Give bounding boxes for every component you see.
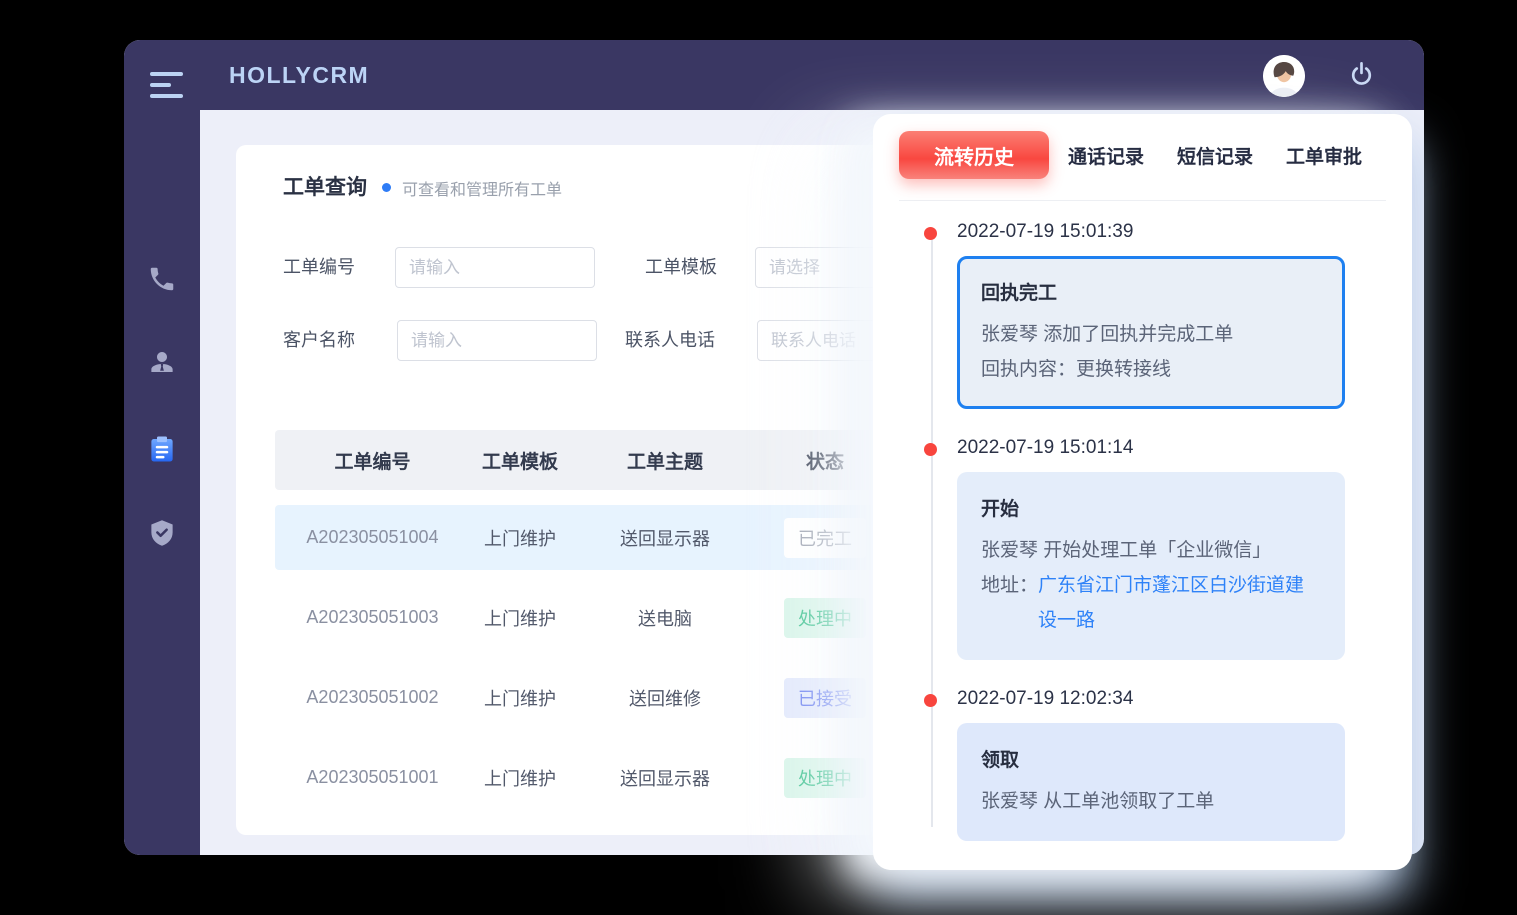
sidebar-item-contacts[interactable] [147, 347, 177, 377]
timeline-address-row: 地址： 广东省江门市蓬江区白沙街道建设一路 [981, 568, 1321, 638]
timeline-entry: 2022-07-19 15:01:14 开始 张爱琴 开始处理工单「企业微信」 … [957, 437, 1382, 660]
timeline-entry: 2022-07-19 15:01:39 回执完工 张爱琴 添加了回执并完成工单 … [957, 221, 1382, 409]
status-badge: 处理中 [784, 598, 866, 638]
col-header-subject: 工单主题 [570, 447, 760, 474]
timeline-card-title: 领取 [981, 745, 1321, 772]
avatar-image [1263, 55, 1305, 97]
history-panel: 流转历史 通话记录 短信记录 工单审批 2022-07-19 15:01:39 … [873, 114, 1412, 870]
cell-order-id: A202305051002 [275, 687, 470, 708]
logout-power-icon[interactable] [1347, 60, 1376, 89]
cell-template: 上门维护 [470, 765, 570, 791]
timeline-card-line: 张爱琴 开始处理工单「企业微信」 [981, 533, 1321, 568]
cell-order-id: A202305051004 [275, 527, 470, 548]
cell-order-id: A202305051001 [275, 767, 470, 788]
address-link[interactable]: 广东省江门市蓬江区白沙街道建设一路 [1038, 568, 1321, 638]
timeline-card-title: 回执完工 [981, 278, 1321, 305]
col-header-template: 工单模板 [470, 447, 570, 474]
sidebar-item-workorders[interactable] [147, 434, 177, 464]
title-dot-icon [382, 183, 391, 192]
timeline-dot-icon [924, 227, 937, 240]
cell-subject: 送回维修 [570, 685, 760, 711]
col-header-status: 状态 [760, 447, 890, 474]
tab-approval[interactable]: 工单审批 [1286, 142, 1362, 169]
status-badge: 处理中 [784, 758, 866, 798]
filter-label-phone: 联系人电话 [625, 320, 715, 361]
tab-sms-records[interactable]: 短信记录 [1177, 142, 1253, 169]
sidebar-item-security[interactable] [147, 518, 177, 548]
menu-hamburger-icon[interactable] [150, 72, 184, 99]
sidebar [124, 110, 200, 855]
timeline-card-completed[interactable]: 回执完工 张爱琴 添加了回执并完成工单 回执内容：更换转接线 [957, 256, 1345, 409]
security-shield-icon [147, 518, 177, 548]
timeline-entry: 2022-07-19 12:02:34 领取 张爱琴 从工单池领取了工单 [957, 688, 1382, 841]
cell-template: 上门维护 [470, 525, 570, 551]
contacts-icon [147, 347, 177, 377]
timeline-card-line: 回执内容：更换转接线 [981, 352, 1321, 387]
cell-subject: 送回显示器 [570, 525, 760, 551]
filter-label-customer: 客户名称 [283, 320, 355, 361]
timeline-timestamp: 2022-07-19 15:01:14 [957, 437, 1382, 459]
timeline-dot-icon [924, 694, 937, 707]
cell-template: 上门维护 [470, 605, 570, 631]
status-badge: 已完工 [784, 518, 866, 558]
page-subtitle: 可查看和管理所有工单 [402, 176, 562, 200]
timeline-card-claimed[interactable]: 领取 张爱琴 从工单池领取了工单 [957, 723, 1345, 841]
workorder-clipboard-icon [147, 434, 177, 464]
history-timeline: 2022-07-19 15:01:39 回执完工 张爱琴 添加了回执并完成工单 … [873, 201, 1412, 841]
tab-circulation-history[interactable]: 流转历史 [899, 131, 1049, 179]
cell-subject: 送回显示器 [570, 765, 760, 791]
phone-icon [147, 264, 177, 294]
tab-call-records[interactable]: 通话记录 [1068, 142, 1144, 169]
address-label: 地址： [981, 568, 1038, 638]
top-bar: HOLLYCRM [124, 40, 1424, 110]
panel-tabs: 流转历史 通话记录 短信记录 工单审批 [873, 114, 1412, 179]
timeline-dot-icon [924, 443, 937, 456]
brand-logo: HOLLYCRM [229, 62, 369, 89]
filter-label-template: 工单模板 [645, 247, 717, 288]
status-badge: 已接受 [784, 678, 866, 718]
order-id-input[interactable] [395, 247, 595, 288]
timeline-card-line: 张爱琴 添加了回执并完成工单 [981, 317, 1321, 352]
cell-template: 上门维护 [470, 685, 570, 711]
sidebar-item-phone[interactable] [147, 264, 177, 294]
timeline-card-start[interactable]: 开始 张爱琴 开始处理工单「企业微信」 地址： 广东省江门市蓬江区白沙街道建设一… [957, 472, 1345, 660]
page-title: 工单查询 [283, 171, 367, 201]
timeline-timestamp: 2022-07-19 12:02:34 [957, 688, 1382, 710]
timeline-card-line: 张爱琴 从工单池领取了工单 [981, 784, 1321, 819]
customer-name-input[interactable] [397, 320, 597, 361]
timeline-timestamp: 2022-07-19 15:01:39 [957, 221, 1382, 243]
timeline-card-title: 开始 [981, 494, 1321, 521]
user-avatar[interactable] [1263, 55, 1305, 97]
filter-label-order-id: 工单编号 [283, 247, 355, 288]
cell-order-id: A202305051003 [275, 607, 470, 628]
col-header-order-id: 工单编号 [275, 447, 470, 474]
cell-subject: 送电脑 [570, 605, 760, 631]
